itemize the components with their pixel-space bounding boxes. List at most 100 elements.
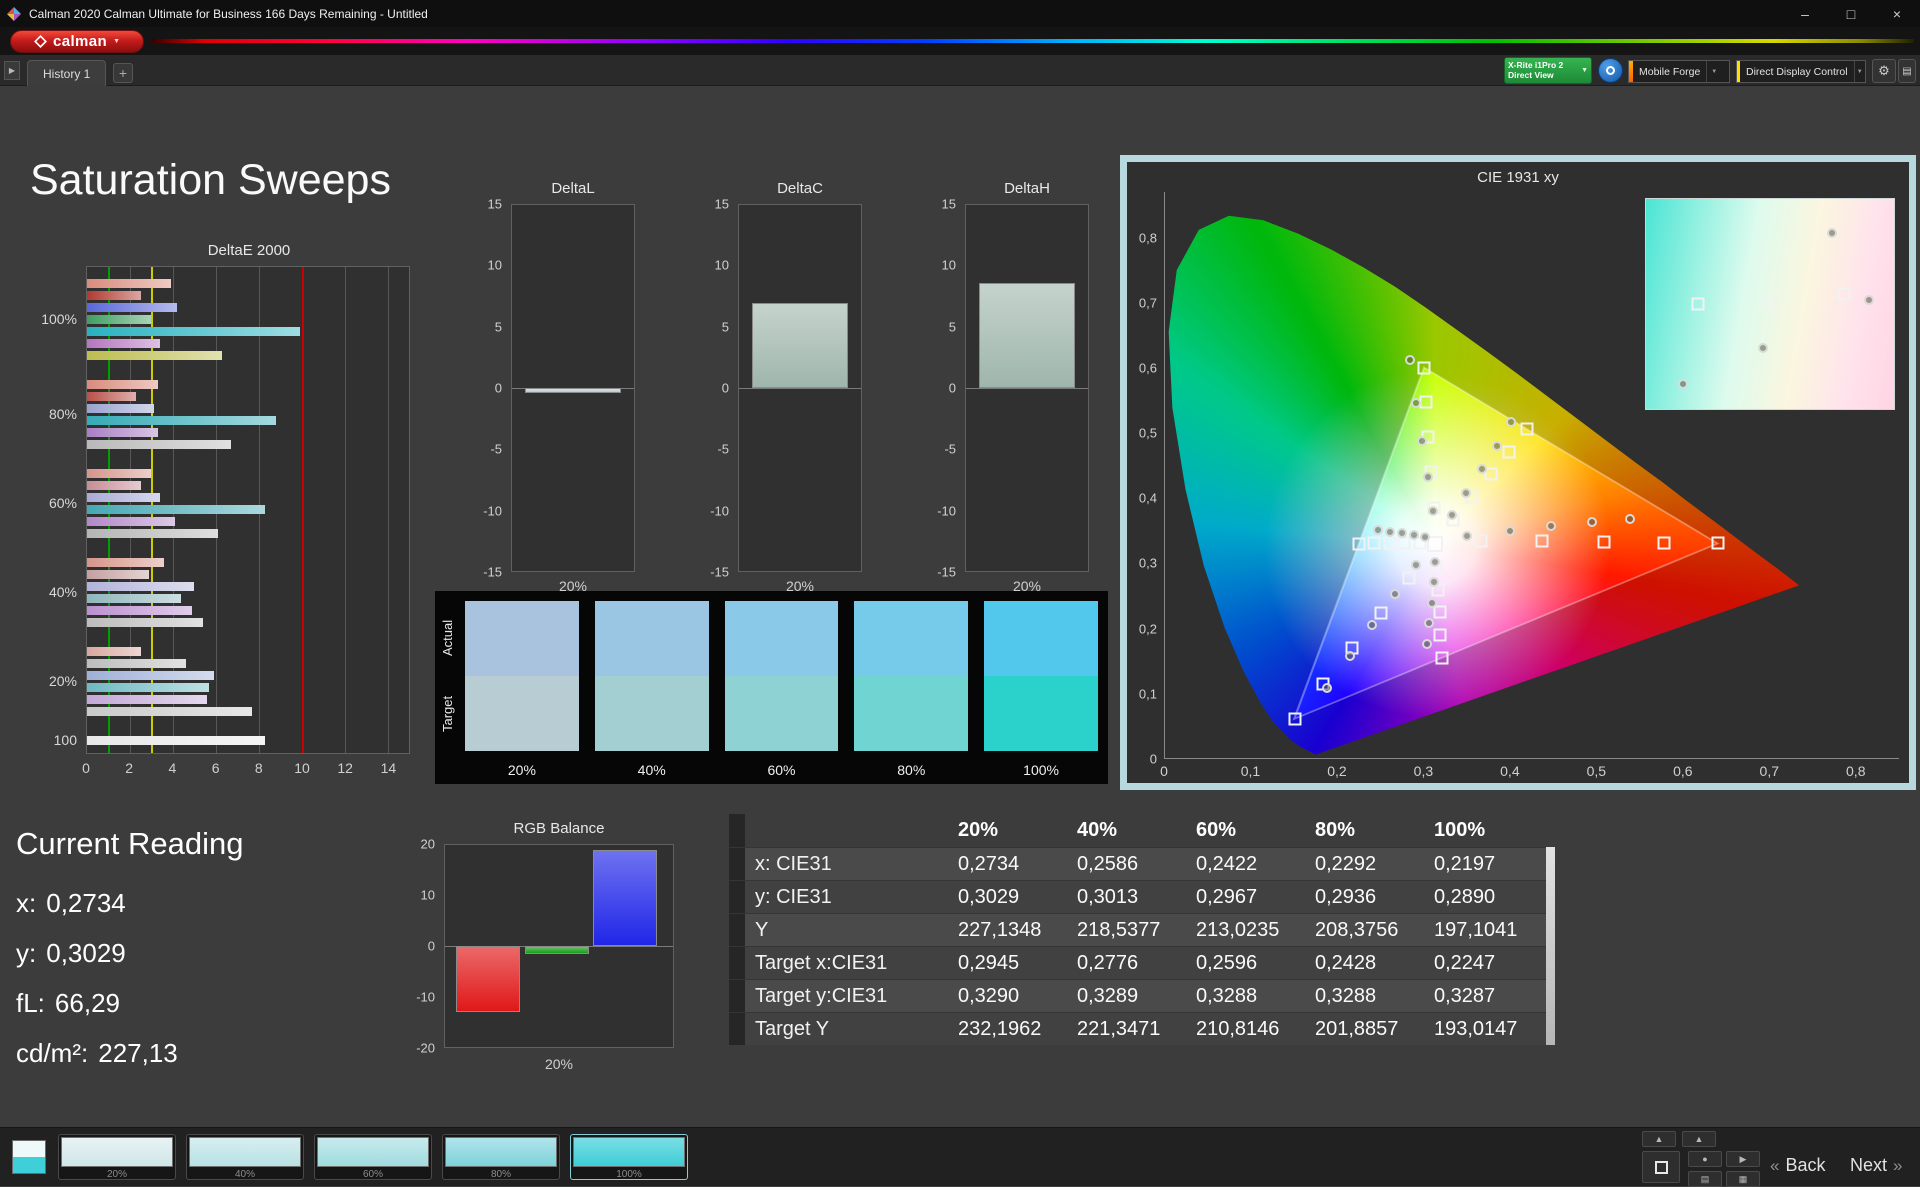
y-tick-label: -5 (717, 441, 729, 457)
delta-e-bar (87, 303, 178, 312)
saturation-thumb[interactable]: 80% (442, 1134, 560, 1180)
tab-history-1[interactable]: History 1 (27, 60, 107, 86)
reading-fl: fL: 66,29 (16, 988, 243, 1019)
chart-title: RGB Balance (513, 820, 605, 837)
target-marker (1374, 606, 1388, 620)
collapse-button-2[interactable]: ▲ (1682, 1131, 1716, 1147)
collapse-button-1[interactable]: ▲ (1642, 1131, 1676, 1147)
datapoint-thumbnails: 20% 40% 60% 80% 100% (58, 1134, 688, 1180)
y-group-label: 100 (53, 731, 77, 748)
target-marker (1435, 651, 1449, 665)
measured-marker (1461, 487, 1472, 498)
maximize-button[interactable]: □ (1828, 0, 1874, 27)
reading-value: 0,2734 (46, 888, 126, 918)
reading-label: fL: (16, 988, 45, 1018)
y-tick-label: 0,6 (1138, 360, 1157, 376)
history-panel-toggle[interactable]: ▶ (4, 61, 20, 80)
window-title: Calman 2020 Calman Ultimate for Business… (29, 6, 428, 21)
page-title: Saturation Sweeps (30, 156, 391, 204)
table-row: Y 227,1348 218,5377 213,0235 208,3756 197,104… (729, 913, 1555, 946)
table-cell: 221,3471 (1077, 1017, 1161, 1040)
meter-select-button[interactable]: X-Rite i1Pro 2 Direct View ▼ (1504, 57, 1592, 84)
delta-e-bar (87, 683, 210, 692)
source-dropdown[interactable]: Mobile Forge ▼ (1628, 60, 1730, 83)
table-cell: 0,3290 (958, 984, 1020, 1007)
minimize-button[interactable]: – (1782, 0, 1828, 27)
delta-e-bar (87, 392, 137, 401)
x-tick-label: 8 (254, 760, 263, 776)
add-tab-button[interactable]: + (113, 63, 133, 83)
target-swatch (594, 676, 709, 751)
close-button[interactable]: × (1874, 0, 1920, 27)
table-cell: 0,3287 (1434, 984, 1496, 1007)
reading-value: 227,13 (98, 1038, 178, 1068)
measured-marker (1344, 650, 1355, 661)
y-tick-label: 0,5 (1138, 425, 1157, 441)
saturation-swatch-strip: Actual Target 20% 40% 60% 80% 100% (435, 591, 1108, 784)
window-controls: – □ × (1782, 0, 1920, 27)
saturation-thumb[interactable]: 60% (314, 1134, 432, 1180)
meter-status-icon[interactable] (1598, 58, 1623, 83)
y-tick-label: 5 (494, 319, 502, 335)
y-group-label: 20% (48, 672, 77, 689)
y-tick-label: -15 (483, 564, 502, 580)
table-row: Target x:CIE31 0,2945 0,2776 0,2596 0,2428 0,… (729, 946, 1555, 979)
thumb-label: 60% (362, 1169, 383, 1180)
target-marker (1474, 534, 1488, 548)
row-accent-cell (729, 914, 745, 946)
table-cell: 0,3013 (1077, 885, 1139, 908)
thumb-swatch (61, 1137, 173, 1167)
row-label: Target Y (755, 1017, 830, 1040)
target-marker (1657, 536, 1671, 550)
grid-button[interactable]: ▦ (1726, 1171, 1760, 1187)
calman-menu-button[interactable]: calman ▼ (10, 30, 144, 53)
swatch-column: 60% (724, 601, 839, 784)
saturation-thumb[interactable]: 100% (570, 1134, 688, 1180)
chart-title: CIE 1931 xy (1477, 169, 1559, 186)
column-header: 20% (958, 819, 999, 841)
stop-button[interactable] (1642, 1151, 1680, 1183)
delta-e-bar (87, 469, 152, 478)
table-cell: 0,2890 (1434, 885, 1496, 908)
table-cell: 0,2776 (1077, 951, 1139, 974)
calman-diamond-icon (33, 35, 47, 48)
app-window: Calman 2020 Calman Ultimate for Business… (0, 0, 1920, 1187)
layout-button[interactable]: ▤ (1688, 1171, 1722, 1187)
table-cell: 197,1041 (1434, 918, 1518, 941)
reading-label: x: (16, 888, 37, 918)
y-group-label: 40% (48, 583, 77, 600)
delta-e-xlabels: 0 2 4 6 8 10 12 14 (82, 760, 410, 778)
display-control-dropdown[interactable]: Direct Display Control ▼ (1736, 60, 1866, 83)
display-control-label: Direct Display Control (1746, 65, 1848, 78)
y-tick-label: 0 (427, 938, 435, 954)
reading-y: y: 0,3029 (16, 938, 243, 969)
delta-e-bar (87, 339, 160, 348)
saturation-thumb[interactable]: 20% (58, 1134, 176, 1180)
y-tick-label: -10 (416, 989, 435, 1005)
table-scrollbar[interactable] (1546, 847, 1555, 1045)
next-button[interactable]: Next » (1850, 1155, 1902, 1176)
layout-icon[interactable]: ▤ (1898, 59, 1916, 83)
header-accent-cell (729, 814, 745, 847)
delta-e-bar (87, 695, 208, 704)
play-button[interactable]: ▶ (1726, 1151, 1760, 1167)
cie-plot-area (1164, 192, 1899, 759)
table-cell: 193,0147 (1434, 1017, 1518, 1040)
y-axis-labels: 15 10 5 0 -5 -10 -15 (471, 197, 507, 580)
settings-gear-icon[interactable]: ⚙ (1872, 59, 1896, 83)
delta-e-bar (87, 481, 141, 490)
meter-line2: Direct View (1508, 69, 1554, 80)
delta-e-bar (87, 327, 300, 336)
y-tick-label: 0,1 (1138, 686, 1157, 702)
row-label: x: CIE31 (755, 852, 832, 875)
actual-swatch (854, 601, 969, 676)
saturation-thumb[interactable]: 40% (186, 1134, 304, 1180)
reading-cdm2: cd/m²: 227,13 (16, 1038, 243, 1069)
measured-marker (1419, 531, 1430, 542)
plot-area (444, 844, 674, 1048)
zero-line (739, 388, 861, 389)
table-cell: 213,0235 (1196, 918, 1280, 941)
back-button[interactable]: « Back (1770, 1155, 1826, 1176)
measured-marker (1426, 597, 1437, 608)
record-button[interactable]: ● (1688, 1151, 1722, 1167)
